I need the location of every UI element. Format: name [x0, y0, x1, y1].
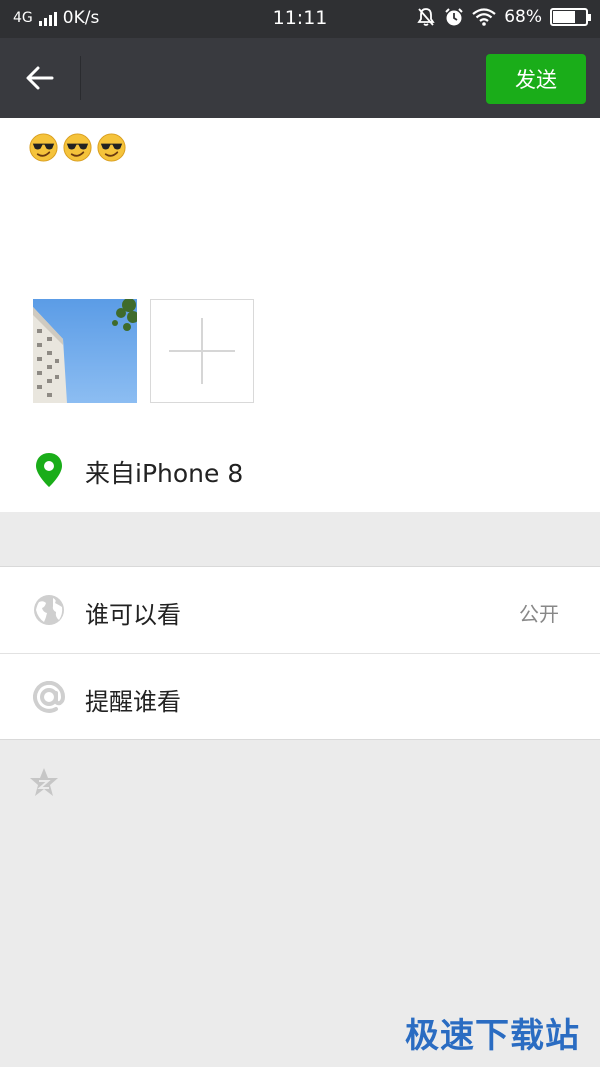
nav-divider	[80, 56, 81, 100]
location-pin-icon	[36, 453, 62, 487]
battery-icon	[550, 8, 591, 26]
mention-row[interactable]: 提醒谁看	[0, 653, 600, 739]
settings-list: 谁可以看 公开 提醒谁看	[0, 566, 600, 740]
alarm-icon	[445, 8, 463, 26]
mention-label: 提醒谁看	[85, 688, 181, 716]
visibility-label: 谁可以看	[85, 601, 181, 629]
watermark: 极速下载站	[405, 1016, 580, 1056]
nav-bar: 发送	[0, 38, 600, 118]
wifi-icon	[472, 8, 496, 26]
send-button[interactable]: 发送	[486, 54, 586, 104]
back-button[interactable]	[16, 58, 64, 98]
status-bar: 4G 0K/s 11:11 68%	[0, 0, 600, 38]
globe-icon	[34, 595, 64, 625]
add-photo-button[interactable]	[150, 299, 254, 403]
battery-fill	[553, 11, 575, 23]
mute-bell-icon	[417, 8, 435, 26]
photo-thumbnail[interactable]	[33, 299, 137, 403]
location-label: 来自iPhone 8	[85, 459, 244, 488]
arrow-left-icon	[26, 66, 54, 90]
building-photo	[33, 299, 137, 403]
visibility-row[interactable]: 谁可以看 公开	[0, 567, 600, 653]
star-icon[interactable]	[28, 766, 60, 798]
battery-percent: 68%	[504, 7, 542, 27]
visibility-value: 公开	[519, 602, 559, 626]
sunglasses-emoji-icon	[29, 133, 58, 162]
post-text[interactable]	[28, 132, 127, 163]
sunglasses-emoji-icon	[63, 133, 92, 162]
sunglasses-emoji-icon	[97, 133, 126, 162]
location-row[interactable]: 来自iPhone 8	[0, 430, 600, 512]
compose-area: 来自iPhone 8	[0, 118, 600, 512]
status-right: 68%	[416, 7, 591, 27]
at-sign-icon	[33, 681, 65, 713]
